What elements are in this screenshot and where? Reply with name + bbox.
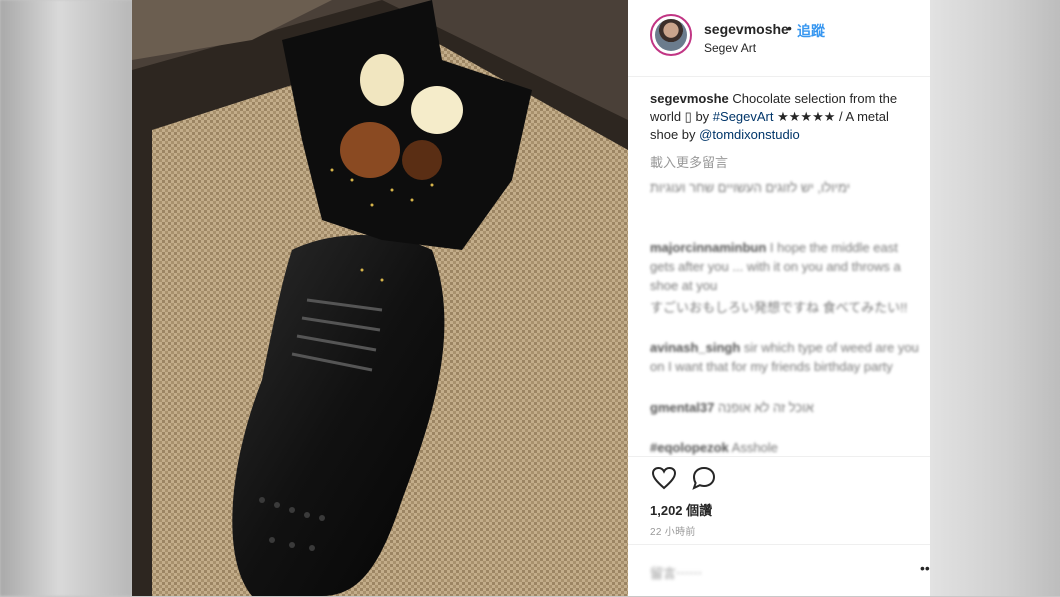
caption-hashtag[interactable]: #SegevArt: [713, 109, 774, 124]
background-blur-right: [930, 0, 1060, 596]
comment-item: gmental37 אוכל זה לא אופנה: [650, 398, 920, 417]
avatar-image: [655, 19, 687, 51]
post-side-panel: segevmoshe • 追蹤 Segev Art segevmoshe Cho…: [628, 0, 935, 597]
comment-text: すごいおもしろい発想ですね 食べてみたい!!: [650, 300, 908, 315]
comment-item: majorcinnaminbun I hope the middle east …: [650, 238, 920, 295]
add-comment-bar[interactable]: 留言⋯⋯: [628, 544, 930, 597]
comment-user[interactable]: #eqolopezok: [650, 440, 729, 455]
comment-text: Asshole: [728, 440, 778, 455]
shoe-chocolate-photo: [132, 0, 628, 596]
username-link[interactable]: segevmoshe: [704, 21, 789, 37]
post-timestamp[interactable]: 22 小時前: [650, 523, 696, 538]
comment-text: ימיולו, יש לזוגים העשויים שחר ועוגיות: [650, 180, 851, 195]
heart-outline-icon[interactable]: [650, 464, 678, 492]
background-blur-left: [0, 0, 132, 596]
comment-text: אוכל זה לא אופנה: [714, 400, 814, 415]
comment-item: すごいおもしろい発想ですね 食べてみたい!!: [650, 298, 920, 317]
caption-mention[interactable]: @tomdixonstudio: [699, 127, 800, 142]
comment-user[interactable]: majorcinnaminbun: [650, 240, 766, 255]
load-more-comments[interactable]: 載入更多留言: [650, 152, 728, 171]
post-header: segevmoshe • 追蹤 Segev Art: [628, 0, 930, 77]
caption-username[interactable]: segevmoshe: [650, 91, 729, 106]
follow-button[interactable]: 追蹤: [797, 21, 825, 41]
likes-count[interactable]: 1,202 個讚: [650, 500, 712, 519]
comment-item: #eqolopezok Asshole: [650, 438, 920, 457]
post-photo: [132, 0, 628, 596]
comment-user[interactable]: gmental37: [650, 400, 714, 415]
comment-user[interactable]: avinash_singh: [650, 340, 740, 355]
add-comment-input[interactable]: 留言⋯⋯: [650, 563, 702, 582]
avatar[interactable]: [650, 14, 692, 56]
comment-item: ימיולו, יש לזוגים העשויים שחר ועוגיות: [650, 178, 920, 197]
separator-dot: •: [787, 20, 792, 36]
comment-item: avinash_singh sir which type of weed are…: [650, 338, 920, 376]
speech-bubble-icon[interactable]: [690, 464, 718, 492]
action-bar-divider: [628, 456, 930, 457]
post-caption: segevmoshe Chocolate selection from the …: [650, 90, 920, 144]
location-subtitle[interactable]: Segev Art: [704, 41, 756, 55]
